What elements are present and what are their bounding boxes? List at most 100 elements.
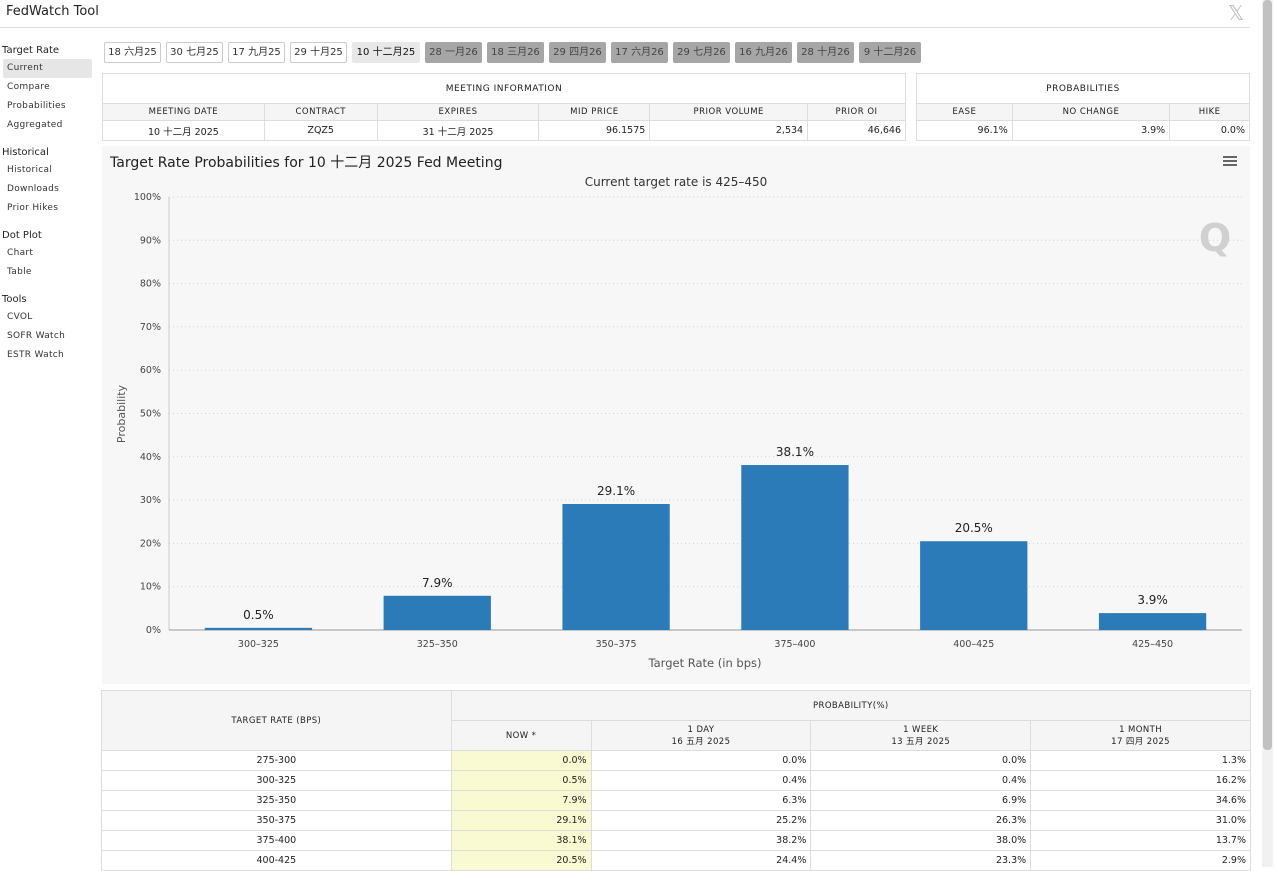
tab-meeting-date[interactable]: 18 六月25 bbox=[104, 42, 161, 63]
tab-meeting-date[interactable]: 28 一月26 bbox=[425, 42, 482, 63]
tab-meeting-date[interactable]: 30 七月25 bbox=[166, 42, 223, 63]
subheader-date: 17 四月 2025 bbox=[1111, 736, 1170, 747]
x-tick-label: 325–350 bbox=[417, 639, 458, 650]
sidebar-item-estr-watch[interactable]: ESTR Watch bbox=[0, 346, 96, 365]
probability-cell: 0.0% bbox=[450, 750, 592, 771]
close-icon[interactable]: 𝕏 bbox=[1228, 1, 1244, 25]
x-tick-label: 375–400 bbox=[774, 639, 815, 650]
table-row: 325-350 7.9% 6.3% 6.9% 34.6% bbox=[101, 790, 1251, 811]
tab-meeting-date[interactable]: 17 九月25 bbox=[228, 42, 285, 63]
sidebar-item-chart[interactable]: Chart bbox=[0, 244, 96, 263]
data-label: 20.5% bbox=[955, 521, 993, 535]
sidebar-item-table[interactable]: Table bbox=[0, 263, 96, 282]
x-tick-label: 350–375 bbox=[596, 639, 637, 650]
meeting-info-column-header: PRIOR VOLUME bbox=[649, 103, 809, 121]
sidebar-item-aggregated[interactable]: Aggregated bbox=[0, 116, 96, 135]
y-tick-label: 80% bbox=[140, 279, 161, 290]
tab-meeting-date[interactable]: 16 九月26 bbox=[735, 42, 792, 63]
title-bar: FedWatch Tool 𝕏 bbox=[0, 0, 1250, 28]
y-tick-label: 20% bbox=[140, 538, 161, 549]
target-rate-cell: 300-325 bbox=[101, 770, 452, 791]
tab-meeting-date[interactable]: 17 六月26 bbox=[611, 42, 668, 63]
x-tick-label: 425–450 bbox=[1132, 639, 1173, 650]
scrollbar-thumb[interactable] bbox=[1263, 0, 1272, 750]
probability-column-header: NO CHANGE bbox=[1011, 103, 1171, 121]
probability-cell: 0.0% bbox=[590, 750, 812, 771]
y-tick-label: 100% bbox=[134, 192, 161, 203]
meeting-info-column-header: CONTRACT bbox=[263, 103, 378, 121]
sidebar-item-sofr-watch[interactable]: SOFR Watch bbox=[0, 327, 96, 346]
target-rate-cell: 325-350 bbox=[101, 790, 452, 811]
probability-subheader: NOW * bbox=[450, 720, 592, 751]
y-tick-label: 10% bbox=[140, 582, 161, 593]
sidebar-item-prior-hikes[interactable]: Prior Hikes bbox=[0, 199, 96, 218]
subheader-period: 1 MONTH bbox=[1119, 724, 1163, 735]
probability-cell: 23.3% bbox=[810, 850, 1032, 871]
app-title: FedWatch Tool bbox=[6, 4, 99, 19]
target-rate-cell: 350-375 bbox=[101, 810, 452, 831]
sidebar-item-current[interactable]: Current bbox=[3, 59, 92, 78]
meeting-info-title: MEETING INFORMATION bbox=[102, 73, 906, 104]
y-tick-label: 70% bbox=[140, 322, 161, 333]
y-tick-label: 0% bbox=[146, 625, 161, 636]
bar bbox=[383, 595, 491, 630]
tab-meeting-date[interactable]: 18 三月26 bbox=[487, 42, 544, 63]
meeting-information-table: MEETING INFORMATION MEETING DATE CONTRACT… bbox=[102, 73, 906, 141]
data-label: 3.9% bbox=[1137, 593, 1168, 607]
table-row: 400-425 20.5% 24.4% 23.3% 2.9% bbox=[101, 850, 1251, 871]
data-label: 38.1% bbox=[776, 445, 814, 459]
probability-cell: 7.9% bbox=[450, 790, 592, 811]
probability-cell: 0.4% bbox=[810, 770, 1032, 791]
sidebar-item-compare[interactable]: Compare bbox=[0, 78, 96, 97]
bar bbox=[204, 627, 313, 630]
probability-cell: 1.3% bbox=[1030, 750, 1251, 771]
probability-bar-chart: 0% 10% 20% 30% 40% 50% 60% 70% 80% 90% 100% Current… bbox=[115, 175, 1242, 670]
probability-value: 3.9% bbox=[1011, 120, 1171, 141]
probability-group-header: PROBABILITY(%) bbox=[450, 690, 1252, 721]
probability-cell: 16.2% bbox=[1030, 770, 1251, 791]
probability-subheader: 1 WEEK 13 五月 2025 bbox=[810, 720, 1032, 751]
subheader-period: 1 WEEK bbox=[903, 724, 939, 735]
probability-subheader: 1 MONTH 17 四月 2025 bbox=[1030, 720, 1251, 751]
sidebar-item-cvol[interactable]: CVOL bbox=[0, 308, 96, 327]
probabilities-title: PROBABILITIES bbox=[916, 73, 1250, 104]
chart-panel: Target Rate Probabilities for 10 十二月 202… bbox=[102, 146, 1250, 684]
tab-meeting-date[interactable]: 10 十二月25 bbox=[352, 42, 420, 63]
probability-cell: 26.3% bbox=[810, 810, 1032, 831]
probability-cell: 38.1% bbox=[450, 830, 592, 851]
meeting-info-value: 46,646 bbox=[807, 120, 906, 141]
y-tick-label: 90% bbox=[140, 235, 161, 246]
sidebar-section-title: Historical bbox=[2, 147, 49, 158]
y-axis-label: Probability bbox=[115, 384, 128, 443]
table-row: 275-300 0.0% 0.0% 0.0% 1.3% bbox=[101, 750, 1251, 771]
subheader-date: 16 五月 2025 bbox=[671, 736, 731, 747]
sidebar-item-historical[interactable]: Historical bbox=[0, 161, 96, 180]
probability-cell: 6.3% bbox=[590, 790, 812, 811]
meeting-info-value: ZQZ5 bbox=[263, 120, 378, 141]
probability-cell: 2.9% bbox=[1030, 850, 1251, 871]
tab-meeting-date[interactable]: 28 十月26 bbox=[797, 42, 854, 63]
sidebar-item-downloads[interactable]: Downloads bbox=[0, 180, 96, 199]
sidebar-item-probabilities[interactable]: Probabilities bbox=[0, 97, 96, 116]
data-label: 29.1% bbox=[597, 484, 635, 498]
target-rate-header: TARGET RATE (BPS) bbox=[101, 690, 452, 751]
subheader-period: NOW * bbox=[505, 730, 537, 741]
x-axis-label: Target Rate (in bps) bbox=[648, 656, 762, 670]
tab-meeting-date[interactable]: 29 四月26 bbox=[549, 42, 606, 63]
probabilities-table: PROBABILITIES EASE NO CHANGE HIKE 96.1% 3.9… bbox=[916, 73, 1250, 141]
probability-value: 96.1% bbox=[916, 120, 1013, 141]
y-tick-label: 30% bbox=[140, 495, 161, 506]
probability-column-header: HIKE bbox=[1169, 103, 1250, 121]
tab-meeting-date[interactable]: 29 十月25 bbox=[290, 42, 347, 63]
meeting-info-column-header: EXPIRES bbox=[376, 103, 540, 121]
probability-cell: 34.6% bbox=[1030, 790, 1251, 811]
target-rate-cell: 275-300 bbox=[101, 750, 452, 771]
probability-cell: 13.7% bbox=[1030, 830, 1251, 851]
tab-meeting-date[interactable]: 9 十二月26 bbox=[859, 42, 921, 63]
tab-meeting-date[interactable]: 29 七月26 bbox=[673, 42, 730, 63]
probability-cell: 0.4% bbox=[590, 770, 812, 791]
probability-cell: 6.9% bbox=[810, 790, 1032, 811]
sidebar-section-title: Tools bbox=[2, 294, 27, 305]
meeting-info-column-header: MID PRICE bbox=[538, 103, 651, 121]
meeting-info-value: 31 十二月 2025 bbox=[376, 120, 540, 141]
